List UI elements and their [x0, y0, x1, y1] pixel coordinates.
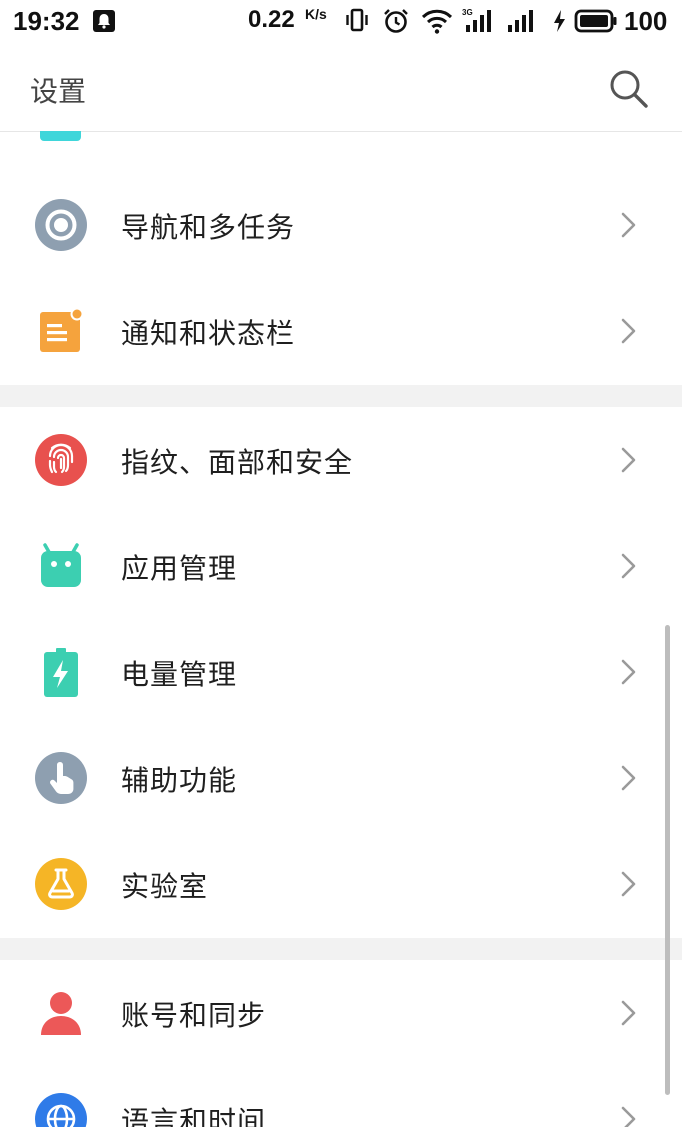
- settings-item-label: 语言和时间: [121, 1105, 267, 1127]
- hand-icon: [35, 752, 87, 804]
- vibrate-icon: [346, 8, 368, 32]
- app-header: 设置: [0, 44, 682, 132]
- section-divider: [0, 938, 682, 960]
- android-icon: [41, 543, 81, 587]
- chevron-right-icon: [621, 553, 636, 579]
- settings-item-language-time[interactable]: 语言和时间: [0, 1066, 682, 1127]
- alarm-icon: [384, 9, 408, 33]
- chevron-right-icon: [621, 318, 636, 344]
- notification-bell-icon: [93, 10, 115, 32]
- scrollbar[interactable]: [665, 625, 670, 1095]
- settings-item-label: 指纹、面部和安全: [121, 446, 354, 479]
- settings-item-navigation[interactable]: 导航和多任务: [0, 172, 682, 278]
- notification-icon: [40, 307, 84, 352]
- battery-status-icon: [574, 9, 617, 33]
- settings-item-accessibility[interactable]: 辅助功能: [0, 725, 682, 831]
- wifi-icon: [421, 9, 453, 34]
- page-title: 设置: [30, 75, 87, 108]
- settings-item-label: 辅助功能: [121, 764, 238, 797]
- chevron-right-icon: [621, 212, 636, 238]
- settings-item-account-sync[interactable]: 账号和同步: [0, 960, 682, 1066]
- section-divider: [0, 385, 682, 407]
- status-bar: 19:32 0.22 K/s 3G 100: [0, 0, 682, 44]
- signal-3g-icon: 3G: [462, 8, 491, 32]
- settings-item-lab[interactable]: 实验室: [0, 831, 682, 937]
- settings-item-label: 导航和多任务: [121, 211, 296, 244]
- settings-item-battery-management[interactable]: 电量管理: [0, 619, 682, 725]
- chevron-right-icon: [621, 447, 636, 473]
- settings-item-label: 电量管理: [121, 658, 238, 691]
- settings-screen: 19:32 0.22 K/s 3G 100 设置 导航和多任务 通知和状态栏 指…: [0, 0, 682, 1127]
- network-speed: 0.22: [248, 6, 295, 33]
- status-time: 19:32: [13, 6, 80, 36]
- chevron-right-icon: [621, 871, 636, 897]
- signal-icon: [508, 10, 533, 32]
- flask-icon: [35, 858, 87, 910]
- settings-item-notifications[interactable]: 通知和状态栏: [0, 278, 682, 384]
- chevron-right-icon: [621, 1106, 636, 1127]
- account-icon: [41, 992, 81, 1035]
- search-icon[interactable]: [604, 64, 652, 112]
- battery-level: 100: [624, 6, 668, 36]
- navigation-icon: [35, 199, 87, 251]
- globe-icon: [35, 1093, 87, 1127]
- fingerprint-icon: [35, 434, 87, 486]
- battery-icon: [44, 648, 78, 697]
- partial-item-icon: [40, 131, 81, 141]
- svg-text:3G: 3G: [462, 8, 473, 17]
- settings-item-label: 通知和状态栏: [121, 317, 296, 350]
- settings-item-label: 应用管理: [121, 552, 238, 585]
- settings-item-fingerprint-security[interactable]: 指纹、面部和安全: [0, 407, 682, 513]
- chevron-right-icon: [621, 659, 636, 685]
- network-speed-unit: K/s: [305, 6, 327, 22]
- settings-item-label: 账号和同步: [121, 999, 267, 1032]
- settings-item-label: 实验室: [121, 870, 209, 903]
- chevron-right-icon: [621, 765, 636, 791]
- settings-item-app-management[interactable]: 应用管理: [0, 513, 682, 619]
- chevron-right-icon: [621, 1000, 636, 1026]
- charging-icon: [554, 10, 565, 32]
